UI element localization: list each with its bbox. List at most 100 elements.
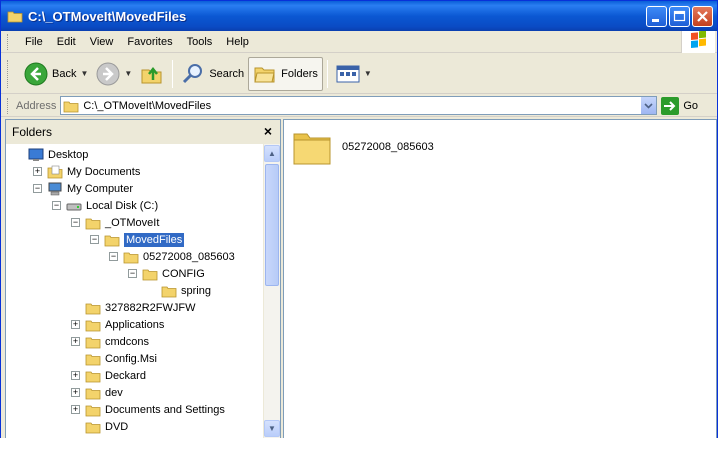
menu-view[interactable]: View	[83, 32, 121, 52]
folder-icon	[7, 11, 23, 23]
expand-icon[interactable]: +	[71, 320, 80, 329]
address-input[interactable]: C:\_OTMoveIt\MovedFiles	[60, 96, 658, 115]
address-value: C:\_OTMoveIt\MovedFiles	[83, 99, 212, 112]
tree-item-label: 05272008_085603	[143, 251, 235, 263]
address-grip[interactable]	[7, 97, 10, 114]
folder-icon	[85, 301, 101, 315]
tree-item[interactable]: − CONFIG	[128, 266, 205, 282]
expand-icon[interactable]: +	[71, 388, 80, 397]
up-button[interactable]	[136, 57, 168, 91]
tree-item[interactable]: − MovedFiles	[90, 232, 185, 248]
folders-pane-close-button[interactable]: ×	[264, 123, 272, 139]
collapse-icon[interactable]: −	[71, 218, 80, 227]
tree-item[interactable]: + My Documents	[33, 164, 141, 180]
tree-item[interactable]: spring	[161, 283, 211, 299]
folder-icon	[293, 133, 331, 165]
menu-help[interactable]: Help	[219, 32, 256, 52]
tree-item-label: MovedFiles	[124, 233, 185, 247]
go-button[interactable]: Go	[661, 96, 699, 115]
scroll-thumb[interactable]	[265, 164, 279, 286]
back-dropdown-icon[interactable]: ▼	[80, 69, 88, 78]
expand-icon[interactable]: +	[71, 405, 80, 414]
folders-icon	[254, 67, 275, 82]
menu-file[interactable]: File	[18, 32, 50, 52]
my-documents-icon	[47, 165, 63, 179]
disk-icon	[66, 199, 82, 213]
tree-item-label: Deckard	[105, 370, 146, 382]
tree-item[interactable]: + Deckard	[71, 368, 146, 384]
folder-icon	[85, 386, 101, 400]
tree-item-label: DVD	[105, 421, 129, 433]
forward-dropdown-icon[interactable]: ▼	[124, 69, 132, 78]
minimize-button[interactable]	[646, 6, 667, 27]
expand-icon[interactable]: +	[71, 337, 80, 346]
desktop-icon	[28, 148, 44, 162]
scroll-up-button[interactable]: ▲	[264, 145, 280, 162]
tree-item[interactable]: Desktop	[28, 147, 88, 163]
tree-item-label: _OTMoveIt	[105, 217, 160, 229]
title-bar[interactable]: C:\_OTMoveIt\MovedFiles	[1, 1, 717, 31]
back-label: Back	[52, 67, 77, 80]
tree-item[interactable]: DVD	[85, 419, 128, 435]
scroll-down-button[interactable]: ▼	[264, 420, 280, 437]
close-button[interactable]	[692, 6, 713, 27]
tree-item[interactable]: − 05272008_085603	[109, 249, 235, 265]
folder-icon	[63, 101, 79, 112]
folder-icon	[85, 369, 101, 383]
collapse-icon[interactable]: −	[128, 269, 137, 278]
tree-item-label: Documents and Settings	[105, 404, 225, 416]
tree-item[interactable]: − _OTMoveIt	[71, 215, 160, 231]
search-button[interactable]: Search	[177, 57, 248, 91]
back-button[interactable]: Back ▼	[20, 57, 92, 91]
tree-item[interactable]: Config.Msi	[85, 351, 157, 367]
content-pane: 05272008_085603	[283, 119, 717, 439]
tree-item-label: cmdcons	[105, 336, 150, 348]
collapse-icon[interactable]: −	[33, 184, 42, 193]
tree-item-label: Desktop	[48, 149, 89, 161]
folder-icon	[85, 403, 101, 417]
tree-item-label: Local Disk (C:)	[86, 200, 159, 212]
menu-edit[interactable]: Edit	[50, 32, 83, 52]
content-folder-label: 05272008_085603	[342, 141, 434, 153]
tree-item-label: My Documents	[67, 166, 141, 178]
address-dropdown-button[interactable]	[640, 97, 657, 114]
search-label: Search	[209, 67, 245, 80]
collapse-icon[interactable]: −	[52, 201, 61, 210]
folders-label: Folders	[281, 67, 318, 80]
maximize-button[interactable]	[669, 6, 690, 27]
tree-item[interactable]: − Local Disk (C:)	[52, 198, 159, 214]
tree-item[interactable]: + Applications	[71, 317, 164, 333]
views-dropdown-icon[interactable]: ▼	[364, 69, 372, 78]
tree-item[interactable]: 327882R2FWJFW	[85, 300, 195, 316]
go-label: Go	[683, 99, 699, 112]
views-icon	[336, 65, 360, 82]
expand-icon[interactable]: +	[33, 167, 42, 176]
forward-button[interactable]: ▼	[92, 57, 136, 91]
folders-pane-title: Folders	[12, 125, 53, 139]
tree-scrollbar[interactable]: ▲ ▼	[263, 144, 280, 438]
tree-item[interactable]: + Documents and Settings	[71, 402, 225, 418]
tree-item[interactable]: − My Computer	[33, 181, 133, 197]
menu-grip[interactable]	[7, 33, 10, 50]
content-folder-item[interactable]: 05272008_085603	[292, 128, 434, 166]
collapse-icon[interactable]: −	[109, 252, 118, 261]
folders-pane: Folders × Desktop + My Documents − My Comput…	[5, 119, 281, 439]
collapse-icon[interactable]: −	[90, 235, 99, 244]
back-arrow-icon	[24, 62, 48, 85]
expand-icon[interactable]: +	[71, 371, 80, 380]
address-label: Address	[16, 99, 57, 112]
tree-item[interactable]: + dev	[71, 385, 123, 401]
tree-item-label: Config.Msi	[105, 353, 157, 365]
tree-item[interactable]: + cmdcons	[71, 334, 150, 350]
forward-arrow-icon	[96, 62, 120, 85]
menu-tools[interactable]: Tools	[180, 32, 220, 52]
tree-item-label: 327882R2FWJFW	[105, 302, 196, 314]
folder-icon	[85, 420, 101, 434]
folders-button[interactable]: Folders	[248, 56, 323, 91]
views-button[interactable]: ▼	[332, 57, 376, 91]
folder-icon	[85, 318, 101, 332]
tree-item-label: spring	[181, 285, 211, 297]
toolbar-separator	[172, 59, 174, 88]
menu-favorites[interactable]: Favorites	[120, 32, 179, 52]
toolbar-grip[interactable]	[7, 59, 10, 88]
